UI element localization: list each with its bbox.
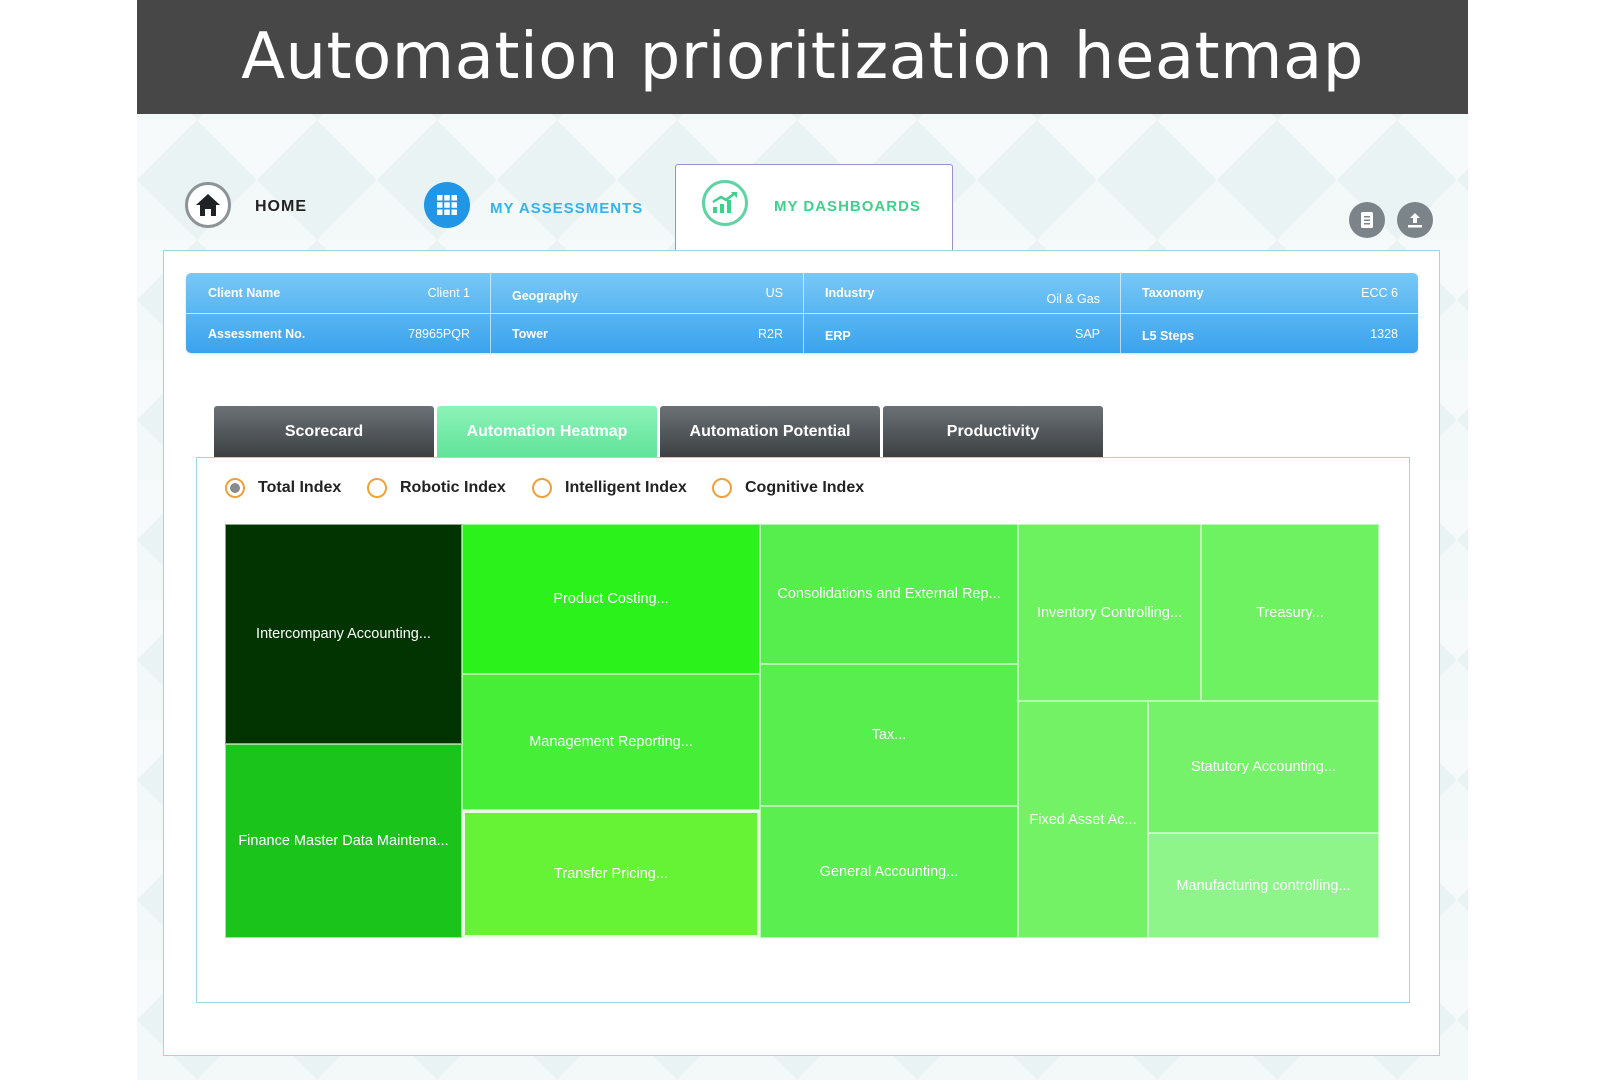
info-label: L5 Steps <box>1142 329 1195 343</box>
radio-total-index[interactable]: Total Index <box>225 476 341 500</box>
info-label: Taxonomy <box>1142 286 1204 300</box>
treemap-cell-statutory-accounting[interactable]: Statutory Accounting... <box>1148 701 1379 833</box>
info-label: ERP <box>825 329 851 343</box>
info-value: 1328 <box>1370 327 1398 341</box>
info-l5-steps: L5 Steps 1328 <box>1120 314 1418 353</box>
treemap-cell-manufacturing-controlling[interactable]: Manufacturing controlling... <box>1148 833 1379 938</box>
info-label: Client Name <box>208 286 281 300</box>
treemap-cell-inventory-controlling[interactable]: Inventory Controlling... <box>1018 524 1201 701</box>
info-taxonomy: Taxonomy ECC 6 <box>1120 273 1418 313</box>
treemap-cell-tax[interactable]: Tax... <box>760 664 1018 806</box>
treemap-cell-consolidations[interactable]: Consolidations and External Rep... <box>760 524 1018 664</box>
info-value: SAP <box>1074 327 1100 341</box>
info-label: Industry <box>825 286 875 300</box>
treemap-cell-finance-master-data[interactable]: Finance Master Data Maintena... <box>225 744 462 938</box>
radio-ring[interactable] <box>225 478 245 498</box>
tab-productivity[interactable]: Productivity <box>883 406 1103 458</box>
grid-icon[interactable] <box>424 182 470 228</box>
tab-automation-heatmap[interactable]: Automation Heatmap <box>437 406 657 458</box>
info-assessment-no: Assessment No. 78965PQR <box>186 314 490 353</box>
info-value: R2R <box>757 327 783 341</box>
treemap-cell-product-costing[interactable]: Product Costing... <box>462 524 760 674</box>
radio-robotic-index[interactable]: Robotic Index <box>367 476 506 500</box>
radio-ring[interactable] <box>367 478 387 498</box>
radio-label: Cognitive Index <box>745 479 865 496</box>
assessment-info-banner: Client Name Client 1 Geography US Indust… <box>186 273 1418 353</box>
nav-home[interactable]: HOME <box>255 198 307 216</box>
info-tower: Tower R2R <box>490 314 803 353</box>
info-label: Geography <box>512 289 578 303</box>
treemap-cell-fixed-asset[interactable]: Fixed Asset Ac... <box>1018 701 1148 938</box>
radio-label: Total Index <box>258 479 342 496</box>
treemap-cell-management-reporting[interactable]: Management Reporting... <box>462 674 760 810</box>
document-icon[interactable] <box>1349 202 1385 238</box>
heatmap-panel: Total Index Robotic Index Intelligent In… <box>196 457 1410 1003</box>
automation-treemap: Intercompany Accounting... Finance Maste… <box>225 524 1379 938</box>
content-panel: Client Name Client 1 Geography US Indust… <box>163 250 1440 1056</box>
info-value: Client 1 <box>427 286 470 300</box>
treemap-cell-treasury[interactable]: Treasury... <box>1201 524 1379 701</box>
info-divider <box>490 273 491 353</box>
tab-scorecard[interactable]: Scorecard <box>214 406 434 458</box>
info-label: Assessment No. <box>208 327 306 341</box>
home-icon[interactable] <box>185 182 231 228</box>
radio-label: Robotic Index <box>400 479 506 496</box>
info-erp: ERP SAP <box>803 314 1120 353</box>
treemap-cell-general-accounting[interactable]: General Accounting... <box>760 806 1018 938</box>
treemap-cell-intercompany-accounting[interactable]: Intercompany Accounting... <box>225 524 462 744</box>
radio-cognitive-index[interactable]: Cognitive Index <box>712 476 864 500</box>
slide: Automation prioritization heatmap HOME M… <box>137 0 1468 1080</box>
info-client-name: Client Name Client 1 <box>186 273 490 313</box>
chart-icon[interactable] <box>702 180 748 226</box>
radio-intelligent-index[interactable]: Intelligent Index <box>532 476 687 500</box>
info-value: Oil & Gas <box>1046 292 1101 306</box>
nav-assessments[interactable]: MY ASSESSMENTS <box>490 200 643 217</box>
info-industry: Industry Oil & Gas <box>803 273 1120 313</box>
nav-dashboards[interactable]: MY DASHBOARDS <box>774 198 921 215</box>
page-title: Automation prioritization heatmap <box>137 0 1468 114</box>
radio-ring[interactable] <box>712 478 732 498</box>
treemap-cell-transfer-pricing[interactable]: Transfer Pricing... <box>462 810 760 938</box>
radio-label: Intelligent Index <box>565 479 687 496</box>
info-label: Tower <box>512 327 548 341</box>
radio-selected-dot <box>230 483 240 493</box>
info-divider <box>803 273 804 353</box>
tab-automation-potential[interactable]: Automation Potential <box>660 406 880 458</box>
info-value: US <box>765 286 783 300</box>
upload-icon[interactable] <box>1397 202 1433 238</box>
info-value: 78965PQR <box>408 327 470 341</box>
info-value: ECC 6 <box>1361 286 1398 300</box>
info-divider <box>1120 273 1121 353</box>
radio-ring[interactable] <box>532 478 552 498</box>
info-geography: Geography US <box>490 273 803 313</box>
